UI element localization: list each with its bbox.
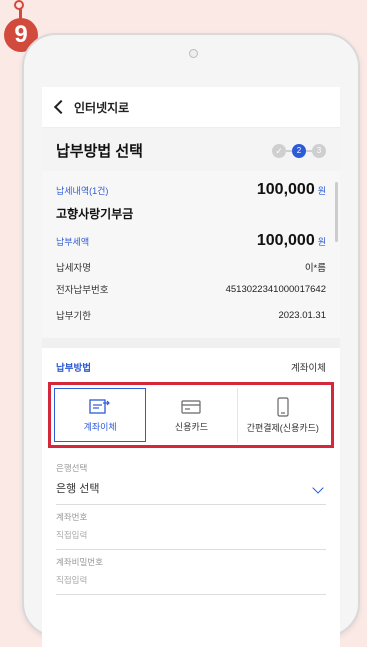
mobile-phone-icon <box>277 396 289 417</box>
payment-method-selected: 계좌이체 <box>291 363 326 374</box>
tab-credit-card[interactable]: 신용카드 <box>146 388 238 442</box>
app-screen: 인터넷지로 납부방법 선택 ✓ 2 3 납세내역(1건) 100,000 원 고향… <box>42 87 340 647</box>
nav-bar: 인터넷지로 <box>42 87 340 128</box>
scrollbar[interactable] <box>335 182 338 242</box>
payment-method-tabs: 계좌이체 신용카드 간편결제(신용카드) <box>48 382 334 448</box>
step-indicator: ✓ 2 3 <box>272 143 326 158</box>
tab-simple-pay[interactable]: 간편결제(신용카드) <box>238 388 328 442</box>
tax-amount: 100,000 <box>256 232 315 249</box>
tax-row: 납부세액 100,000 원 <box>56 232 326 250</box>
count-label: 납세내역(1건) <box>56 185 109 196</box>
detail-label: 전자납부번호 <box>56 285 109 296</box>
bank-select-value: 은행 선택 <box>56 483 100 495</box>
detail-value: 이*름 <box>304 263 326 274</box>
tab-label: 간편결제(신용카드) <box>246 422 319 433</box>
detail-value: 4513022341000017642 <box>225 283 326 295</box>
chevron-down-icon <box>312 482 324 494</box>
bank-select-label: 은행선택 <box>56 463 88 473</box>
back-arrow-icon[interactable] <box>53 99 69 115</box>
tax-currency: 원 <box>317 237 326 247</box>
bank-form: 은행선택 은행 선택 계좌번호 직접입력 계좌비밀번호 직접입력 <box>42 448 340 595</box>
account-number-label: 계좌번호 <box>56 512 88 522</box>
step-1-done: ✓ <box>272 143 286 158</box>
step-2-current: 2 <box>292 143 306 158</box>
currency-label: 원 <box>317 186 326 196</box>
tab-label: 계좌이체 <box>83 421 117 432</box>
marker-head <box>14 0 24 10</box>
camera-icon <box>189 49 198 58</box>
tab-bank-transfer[interactable]: 계좌이체 <box>54 388 147 442</box>
page-header: 납부방법 선택 ✓ 2 3 <box>42 128 340 171</box>
account-number-input[interactable]: 직접입력 <box>56 523 326 550</box>
payment-method-label: 납부방법 <box>56 363 91 374</box>
detail-row: 납부기한 2023.01.31 <box>56 300 326 338</box>
detail-row: 전자납부번호 4513022341000017642 <box>56 278 326 300</box>
tablet-frame: 인터넷지로 납부방법 선택 ✓ 2 3 납세내역(1건) 100,000 원 고향… <box>22 33 360 647</box>
total-amount: 100,000 <box>256 181 315 198</box>
detail-label: 납세자명 <box>56 263 91 274</box>
credit-card-icon <box>181 399 202 414</box>
nav-title: 인터넷지로 <box>74 100 130 115</box>
total-row: 납세내역(1건) 100,000 원 <box>56 171 326 199</box>
payment-summary: 납세내역(1건) 100,000 원 고향사랑기부금 납부세액 100,000 원 … <box>42 171 340 338</box>
detail-value: 2023.01.31 <box>278 309 326 321</box>
bank-select[interactable]: 은행 선택 <box>56 474 326 505</box>
detail-row: 납세자명 이*름 <box>56 256 326 278</box>
account-password-label: 계좌비밀번호 <box>56 557 103 567</box>
account-password-input[interactable]: 직접입력 <box>56 568 326 595</box>
item-name: 고향사랑기부금 <box>56 207 134 221</box>
page-title: 납부방법 선택 <box>56 143 143 160</box>
tax-label: 납부세액 <box>56 236 90 247</box>
bank-transfer-icon <box>89 398 111 414</box>
detail-label: 납부기한 <box>56 311 91 322</box>
section-divider <box>42 338 340 348</box>
step-3-pending: 3 <box>312 143 326 158</box>
tab-label: 신용카드 <box>174 421 209 432</box>
payment-method-header: 납부방법 계좌이체 <box>42 348 340 382</box>
